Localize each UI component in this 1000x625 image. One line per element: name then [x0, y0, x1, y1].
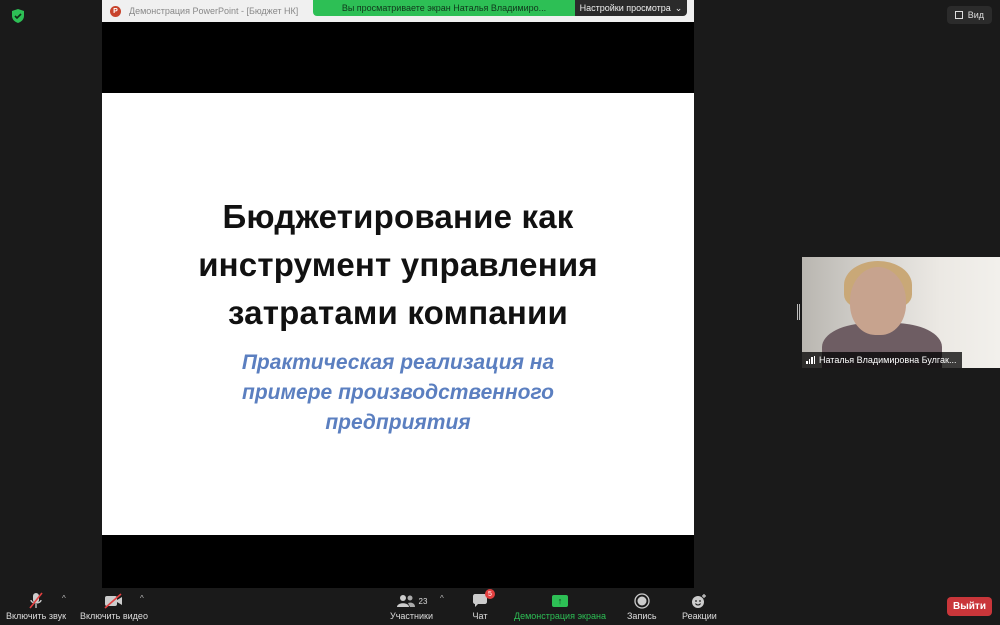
audio-options-caret-icon[interactable]: ^ [62, 594, 66, 603]
participant-name-label: Наталья Владимировна Булгак... [802, 352, 963, 368]
record-button[interactable]: Запись [627, 591, 657, 621]
video-off-icon [104, 591, 124, 611]
slide-title: Бюджетирование как инструмент управления… [198, 198, 598, 331]
leave-meeting-button[interactable]: Выйти [947, 597, 992, 616]
participants-button[interactable]: 23 Участники [390, 591, 433, 621]
participants-options-caret-icon[interactable]: ^ [440, 594, 444, 603]
reactions-button[interactable]: Реакции [682, 591, 717, 621]
view-layout-icon [954, 11, 963, 19]
presentation-slide: Бюджетирование как инструмент управления… [102, 93, 694, 535]
muted-microphone-icon [28, 591, 44, 611]
participants-icon [396, 595, 415, 607]
participant-face [850, 267, 906, 335]
share-screen-icon: ↑ [551, 595, 568, 607]
unmute-button[interactable]: Включить звук [6, 591, 66, 621]
encryption-shield-icon[interactable] [10, 8, 26, 24]
viewing-message: Вы просматриваете экран Наталья Владимир… [313, 0, 575, 16]
shared-window-title: Демонстрация PowerPoint - [Бюджет НК] [129, 6, 299, 16]
video-options-caret-icon[interactable]: ^ [140, 594, 144, 603]
chevron-down-icon: ⌄ [674, 2, 683, 13]
view-options-button[interactable]: Настройки просмотра ⌄ [575, 0, 687, 16]
participant-video[interactable]: Наталья Владимировна Булгак... [802, 257, 1000, 368]
share-screen-button[interactable]: ↑ Демонстрация экрана [514, 591, 606, 621]
view-label: Вид [967, 10, 984, 20]
start-video-button[interactable]: Включить видео [80, 591, 148, 621]
chat-button[interactable]: 5 Чат [472, 589, 495, 621]
signal-strength-icon [806, 356, 815, 364]
viewing-banner: Вы просматриваете экран Наталья Владимир… [313, 0, 687, 16]
video-panel-drag-handle[interactable] [797, 304, 800, 320]
record-icon [634, 591, 650, 611]
reactions-smiley-icon [691, 591, 707, 611]
slide-subtitle: Практическая реализация на примере произ… [241, 351, 555, 434]
meeting-toolbar: Включить звук ^ Включить видео ^ 23 Учас… [0, 588, 1000, 625]
chat-unread-badge: 5 [485, 589, 495, 599]
view-button[interactable]: Вид [946, 6, 992, 24]
participants-count: 23 [418, 596, 428, 606]
powerpoint-icon: P [110, 5, 121, 17]
shared-screen: P Демонстрация PowerPoint - [Бюджет НК] … [102, 0, 694, 588]
chat-icon: 5 [472, 589, 495, 611]
